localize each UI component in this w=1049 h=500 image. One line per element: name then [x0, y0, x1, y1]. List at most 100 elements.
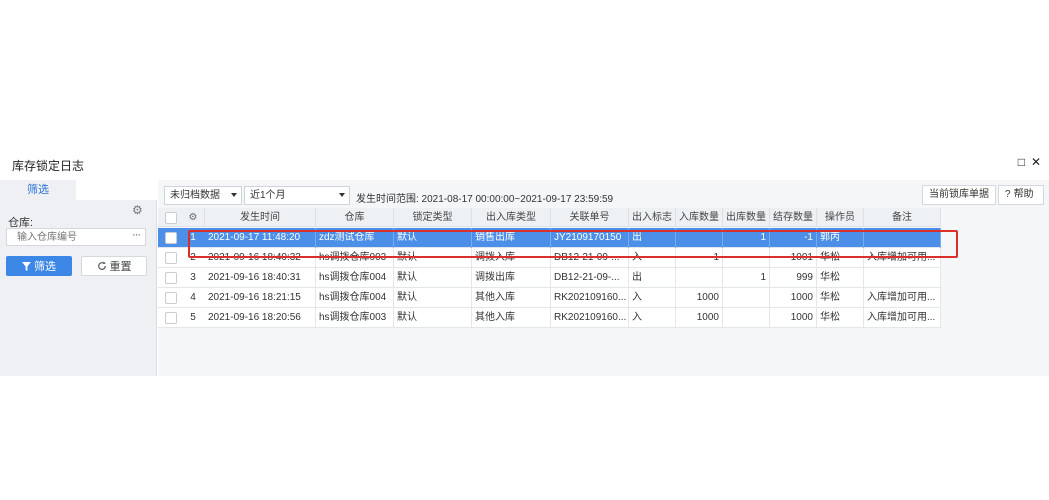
row-number: 3	[190, 272, 196, 283]
row-checkbox[interactable]	[165, 312, 177, 324]
cell-balance: 1001	[770, 248, 817, 268]
maximize-button[interactable]: □	[1018, 155, 1025, 169]
cell-ref-no: RK202109160...	[551, 308, 629, 328]
cell-io-type: 调拨入库	[472, 248, 551, 268]
cell-io-type: 其他入库	[472, 308, 551, 328]
chevron-down-icon	[339, 193, 345, 197]
close-button[interactable]: ✕	[1031, 155, 1041, 169]
filter-button[interactable]: 筛选	[6, 256, 72, 276]
row-checkbox[interactable]	[165, 292, 177, 304]
cell-lock-type: 默认	[394, 308, 472, 328]
table-header: ⚙ 发生时间 仓库 锁定类型 出入库类型 关联单号 出入标志 入库数量 出库数量…	[158, 208, 941, 227]
cell-in-qty	[676, 268, 723, 288]
tab-blank	[76, 180, 157, 200]
current-lock-button[interactable]: 当前锁库单据	[922, 185, 996, 205]
row-checkbox[interactable]	[165, 232, 177, 244]
cell-remark	[864, 268, 941, 288]
cell-time: 2021-09-16 18:40:31	[205, 268, 316, 288]
cell-out-qty	[723, 248, 770, 268]
row-number: 2	[190, 252, 196, 263]
funnel-icon	[22, 261, 31, 271]
help-icon: ?	[1005, 189, 1011, 200]
cell-warehouse: hs调拨仓库004	[316, 288, 394, 308]
col-time[interactable]: 发生时间	[205, 208, 316, 227]
cell-lock-type: 默认	[394, 228, 472, 248]
table-row[interactable]: 5 2021-09-16 18:20:56 hs调拨仓库003 默认 其他入库 RK202…	[158, 308, 941, 328]
table-row[interactable]: 2 2021-09-16 18:40:32 hs调拨仓库003 默认 调拨入库 DB12-…	[158, 248, 941, 268]
tab-filter[interactable]: 筛选	[0, 180, 76, 200]
cell-time: 2021-09-16 18:40:32	[205, 248, 316, 268]
cell-in-qty: 1	[676, 248, 723, 268]
cell-remark: 入库增加可用...	[864, 308, 941, 328]
row-number: 1	[190, 232, 196, 243]
reset-button-label: 重置	[109, 261, 132, 273]
warehouse-input[interactable]	[6, 228, 146, 246]
cell-out-qty	[723, 308, 770, 328]
cell-remark: 入库增加可用...	[864, 288, 941, 308]
cell-io-flag: 入	[629, 308, 676, 328]
cell-warehouse: hs调拨仓库003	[316, 248, 394, 268]
reset-button[interactable]: 重置	[81, 256, 147, 276]
cell-remark: 入库增加可用...	[864, 248, 941, 268]
archive-select[interactable]: 未归档数据	[164, 186, 242, 205]
cell-in-qty: 1000	[676, 308, 723, 328]
period-select[interactable]: 近1个月	[244, 186, 350, 205]
col-balance[interactable]: 结存数量	[770, 208, 817, 227]
col-in-qty[interactable]: 入库数量	[676, 208, 723, 227]
cell-balance: 1000	[770, 288, 817, 308]
stock-lock-log-window: 库存锁定日志 □ ✕ 筛选 ⚙ 仓库: ··· 筛选 重置 未归档数据	[0, 150, 1049, 376]
cell-io-flag: 出	[629, 268, 676, 288]
col-ref-no[interactable]: 关联单号	[551, 208, 629, 227]
col-warehouse[interactable]: 仓库	[316, 208, 394, 227]
cell-operator: 华松	[817, 288, 864, 308]
table-row[interactable]: 1 2021-09-17 11:48:20 zdz测试仓库 默认 销售出库 JY21091…	[158, 228, 941, 248]
cell-operator: 华松	[817, 268, 864, 288]
cell-time: 2021-09-17 11:48:20	[205, 228, 316, 248]
cell-balance: 1000	[770, 308, 817, 328]
chevron-down-icon	[231, 193, 237, 197]
cell-warehouse: zdz测试仓库	[316, 228, 394, 248]
row-number: 5	[190, 312, 196, 323]
gear-icon[interactable]: ⚙	[182, 208, 205, 227]
row-checkbox[interactable]	[165, 252, 177, 264]
table-row[interactable]: 4 2021-09-16 18:21:15 hs调拨仓库004 默认 其他入库 RK202…	[158, 288, 941, 308]
col-io-type[interactable]: 出入库类型	[472, 208, 551, 227]
row-number: 4	[190, 292, 196, 303]
cell-lock-type: 默认	[394, 268, 472, 288]
cell-io-type: 其他入库	[472, 288, 551, 308]
cell-io-flag: 入	[629, 288, 676, 308]
cell-out-qty: 1	[723, 228, 770, 248]
col-operator[interactable]: 操作员	[817, 208, 864, 227]
table-row[interactable]: 3 2021-09-16 18:40:31 hs调拨仓库004 默认 调拨出库 DB12-…	[158, 268, 941, 288]
refresh-icon	[97, 261, 106, 270]
cell-balance: -1	[770, 228, 817, 248]
warehouse-more-button[interactable]: ···	[132, 229, 141, 241]
cell-lock-type: 默认	[394, 248, 472, 268]
help-button-label: 帮助	[1013, 189, 1034, 200]
window-controls: □ ✕	[1018, 155, 1041, 169]
toolbar: 未归档数据 近1个月 发生时间范围: 2021-08-17 00:00:00~2…	[158, 180, 1049, 208]
col-io-flag[interactable]: 出入标志	[629, 208, 676, 227]
gear-icon[interactable]: ⚙	[132, 204, 144, 216]
window-title: 库存锁定日志	[12, 159, 85, 173]
cell-in-qty	[676, 228, 723, 248]
col-lock-type[interactable]: 锁定类型	[394, 208, 472, 227]
cell-balance: 999	[770, 268, 817, 288]
cell-ref-no: JY2109170150	[551, 228, 629, 248]
main-content: 未归档数据 近1个月 发生时间范围: 2021-08-17 00:00:00~2…	[158, 180, 1049, 376]
cell-operator: 郭丙	[817, 228, 864, 248]
title-bar: 库存锁定日志 □ ✕	[0, 150, 1049, 178]
help-button[interactable]: ? 帮助	[998, 185, 1044, 205]
cell-io-flag: 出	[629, 228, 676, 248]
select-all-checkbox[interactable]	[165, 212, 177, 224]
cell-time: 2021-09-16 18:20:56	[205, 308, 316, 328]
sidebar-tabs: 筛选	[0, 180, 157, 200]
filter-button-label: 筛选	[34, 261, 56, 273]
cell-remark	[864, 228, 941, 248]
cell-in-qty: 1000	[676, 288, 723, 308]
row-checkbox[interactable]	[165, 272, 177, 284]
time-range-label: 发生时间范围: 2021-08-17 00:00:00~2021-09-17 2…	[356, 194, 614, 205]
col-remark[interactable]: 备注	[864, 208, 941, 227]
col-out-qty[interactable]: 出库数量	[723, 208, 770, 227]
cell-time: 2021-09-16 18:21:15	[205, 288, 316, 308]
